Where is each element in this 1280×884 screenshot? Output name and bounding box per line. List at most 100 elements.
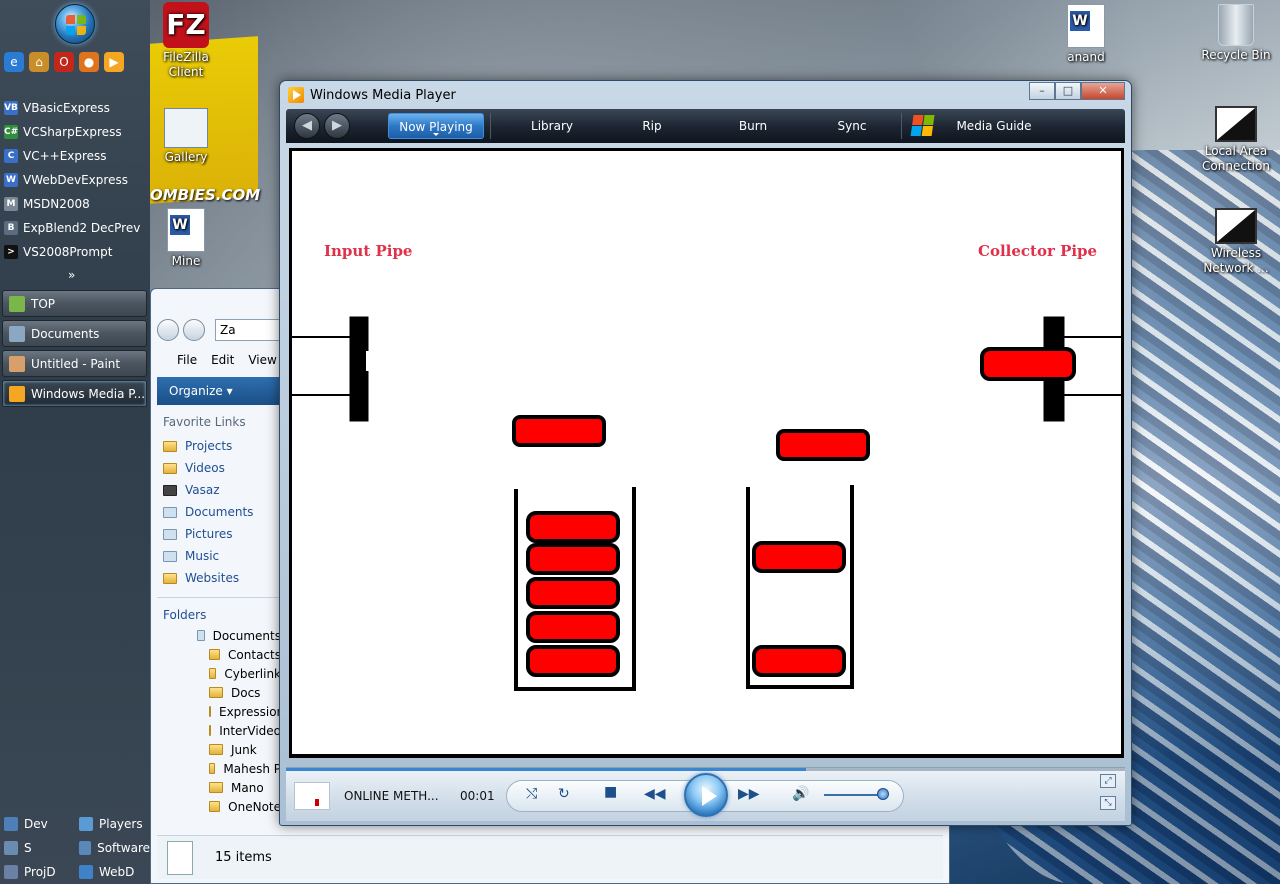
fav-vasaz[interactable]: Vasaz	[157, 479, 281, 501]
desktop-icon-filezilla[interactable]: FZ FileZilla Client	[146, 2, 226, 80]
link-webd[interactable]: WebD	[75, 865, 150, 879]
video-area[interactable]: Input Pipe Collector Pipe	[289, 148, 1124, 758]
taskbar-button-top[interactable]: TOP	[2, 290, 147, 317]
shortcut-msdn[interactable]: M MSDN2008	[0, 192, 150, 216]
input-pipe-label: Input Pipe	[324, 242, 412, 260]
link-dev[interactable]: Dev	[0, 817, 75, 831]
close-button[interactable]: ✕	[1081, 82, 1125, 100]
stop-icon[interactable]: ■	[604, 784, 617, 810]
fav-documents[interactable]: Documents	[157, 501, 281, 523]
opera-icon[interactable]: O	[54, 52, 74, 72]
shuffle-icon[interactable]: ⤭	[526, 786, 537, 812]
desktop-icon-gallery[interactable]: Gallery	[146, 108, 226, 165]
documents-icon	[197, 630, 205, 641]
desktop-icon-wireless[interactable]: Wireless Network ...	[1196, 208, 1276, 276]
menu-view[interactable]: View	[248, 353, 276, 367]
shortcut-vcsharp[interactable]: C# VCSharpExpress	[0, 120, 150, 144]
video-drawing: Input Pipe Collector Pipe	[292, 242, 1121, 691]
desktop-icon-recycle-bin[interactable]: Recycle Bin	[1196, 4, 1276, 63]
console-icon: >	[4, 245, 18, 259]
documents-icon	[9, 325, 25, 342]
user-icon	[163, 484, 177, 496]
taskbar-button-documents[interactable]: Documents	[2, 320, 147, 347]
fav-pictures[interactable]: Pictures	[157, 523, 281, 545]
tab-rip[interactable]: Rip	[607, 113, 697, 139]
back-button[interactable]	[157, 319, 179, 341]
shortcut-vsprompt[interactable]: > VS2008Prompt	[0, 240, 150, 264]
taskbar-button-wmp[interactable]: Windows Media P...	[2, 380, 147, 407]
folder-icon	[163, 440, 177, 452]
tree-item[interactable]: OneNote	[157, 797, 281, 816]
folders-title[interactable]: Folders	[157, 597, 281, 626]
wmp-tab-bar: ◀ ▶ Now Playing Library Rip Burn Sync Me…	[286, 109, 1125, 143]
fav-websites[interactable]: Websites	[157, 567, 281, 589]
menu-edit[interactable]: Edit	[211, 353, 234, 367]
tree-item[interactable]: Docs	[157, 683, 281, 702]
link-software[interactable]: Software	[75, 841, 150, 855]
repeat-icon[interactable]: ↻	[558, 786, 570, 812]
tree-item[interactable]: Mano	[157, 778, 281, 797]
link-projd[interactable]: ProjD	[0, 865, 75, 879]
media-icon[interactable]: ▶	[104, 52, 124, 72]
cpp-icon: C	[4, 149, 18, 163]
input-pipe	[292, 316, 372, 422]
tree-item[interactable]: InterVideo	[157, 721, 281, 740]
full-mode-icon[interactable]: ⤢	[1100, 774, 1116, 788]
volume-icon[interactable]: 🔊	[792, 786, 809, 812]
tree-item[interactable]: Contacts	[157, 645, 281, 664]
tree-item[interactable]: Junk	[157, 740, 281, 759]
play-button[interactable]	[684, 773, 728, 817]
link-players[interactable]: Players	[75, 817, 150, 831]
maximize-button[interactable]: □	[1055, 82, 1081, 100]
track-name: ONLINE METH...	[344, 789, 439, 803]
menu-file[interactable]: File	[177, 353, 197, 367]
shortcut-vbasic[interactable]: VB VBasicExpress	[0, 96, 150, 120]
wmp-titlebar[interactable]: Windows Media Player – □ ✕	[280, 81, 1131, 109]
floating-block-left	[512, 415, 606, 447]
shortcut-blend[interactable]: B ExpBlend2 DecPrev	[0, 216, 150, 240]
tab-library[interactable]: Library	[497, 113, 607, 139]
home-icon[interactable]: ⌂	[29, 52, 49, 72]
tab-sync[interactable]: Sync	[809, 113, 895, 139]
s-icon	[4, 841, 18, 855]
start-orb-button[interactable]	[55, 4, 95, 44]
desktop-icon-mine[interactable]: W Mine	[146, 208, 226, 269]
desktop-icon-anand[interactable]: W anand	[1046, 4, 1126, 65]
media-player-icon	[9, 385, 25, 402]
tab-now-playing[interactable]: Now Playing	[388, 113, 484, 139]
fav-videos[interactable]: Videos	[157, 457, 281, 479]
taskbar-button-paint[interactable]: Untitled - Paint	[2, 350, 147, 377]
folder-icon	[209, 687, 223, 698]
now-playing-thumbnail[interactable]	[294, 782, 330, 810]
tree-item[interactable]: Expression	[157, 702, 284, 721]
back-arrow-icon[interactable]: ◀	[294, 113, 320, 139]
organize-button[interactable]: Organize ▾	[157, 377, 285, 405]
fav-projects[interactable]: Projects	[157, 435, 281, 457]
tab-burn[interactable]: Burn	[697, 113, 809, 139]
tree-item[interactable]: Mahesh P	[157, 759, 281, 778]
desktop-icon-lan[interactable]: Local Area Connection	[1196, 106, 1276, 174]
previous-icon[interactable]: ◀◀	[644, 786, 666, 812]
shortcut-vwebdev[interactable]: W VWebDevExpress	[0, 168, 150, 192]
forward-button[interactable]	[183, 319, 205, 341]
forward-arrow-icon[interactable]: ▶	[324, 113, 350, 139]
fav-music[interactable]: Music	[157, 545, 281, 567]
link-s[interactable]: S	[0, 841, 75, 855]
compact-mode-icon[interactable]: ⤡	[1100, 796, 1116, 810]
tab-media-guide[interactable]: Media Guide	[952, 113, 1036, 139]
favorite-links-title: Favorite Links	[163, 415, 246, 429]
minimize-button[interactable]: –	[1029, 82, 1055, 100]
tree-item[interactable]: Cyberlink	[157, 664, 281, 683]
dev-icon	[4, 817, 18, 831]
seek-bar[interactable]	[286, 768, 1125, 771]
address-bar[interactable]: Za	[215, 319, 285, 341]
expand-chevron-icon[interactable]: »	[68, 268, 75, 282]
vb-icon: VB	[4, 101, 18, 115]
projd-icon	[4, 865, 18, 879]
shortcut-vcpp[interactable]: C VC++Express	[0, 144, 150, 168]
tree-root-documents[interactable]: Documents	[157, 626, 281, 645]
volume-knob[interactable]	[876, 788, 889, 800]
firefox-icon[interactable]: ●	[79, 52, 99, 72]
ie-icon[interactable]: e	[4, 52, 24, 72]
next-icon[interactable]: ▶▶	[738, 786, 760, 812]
